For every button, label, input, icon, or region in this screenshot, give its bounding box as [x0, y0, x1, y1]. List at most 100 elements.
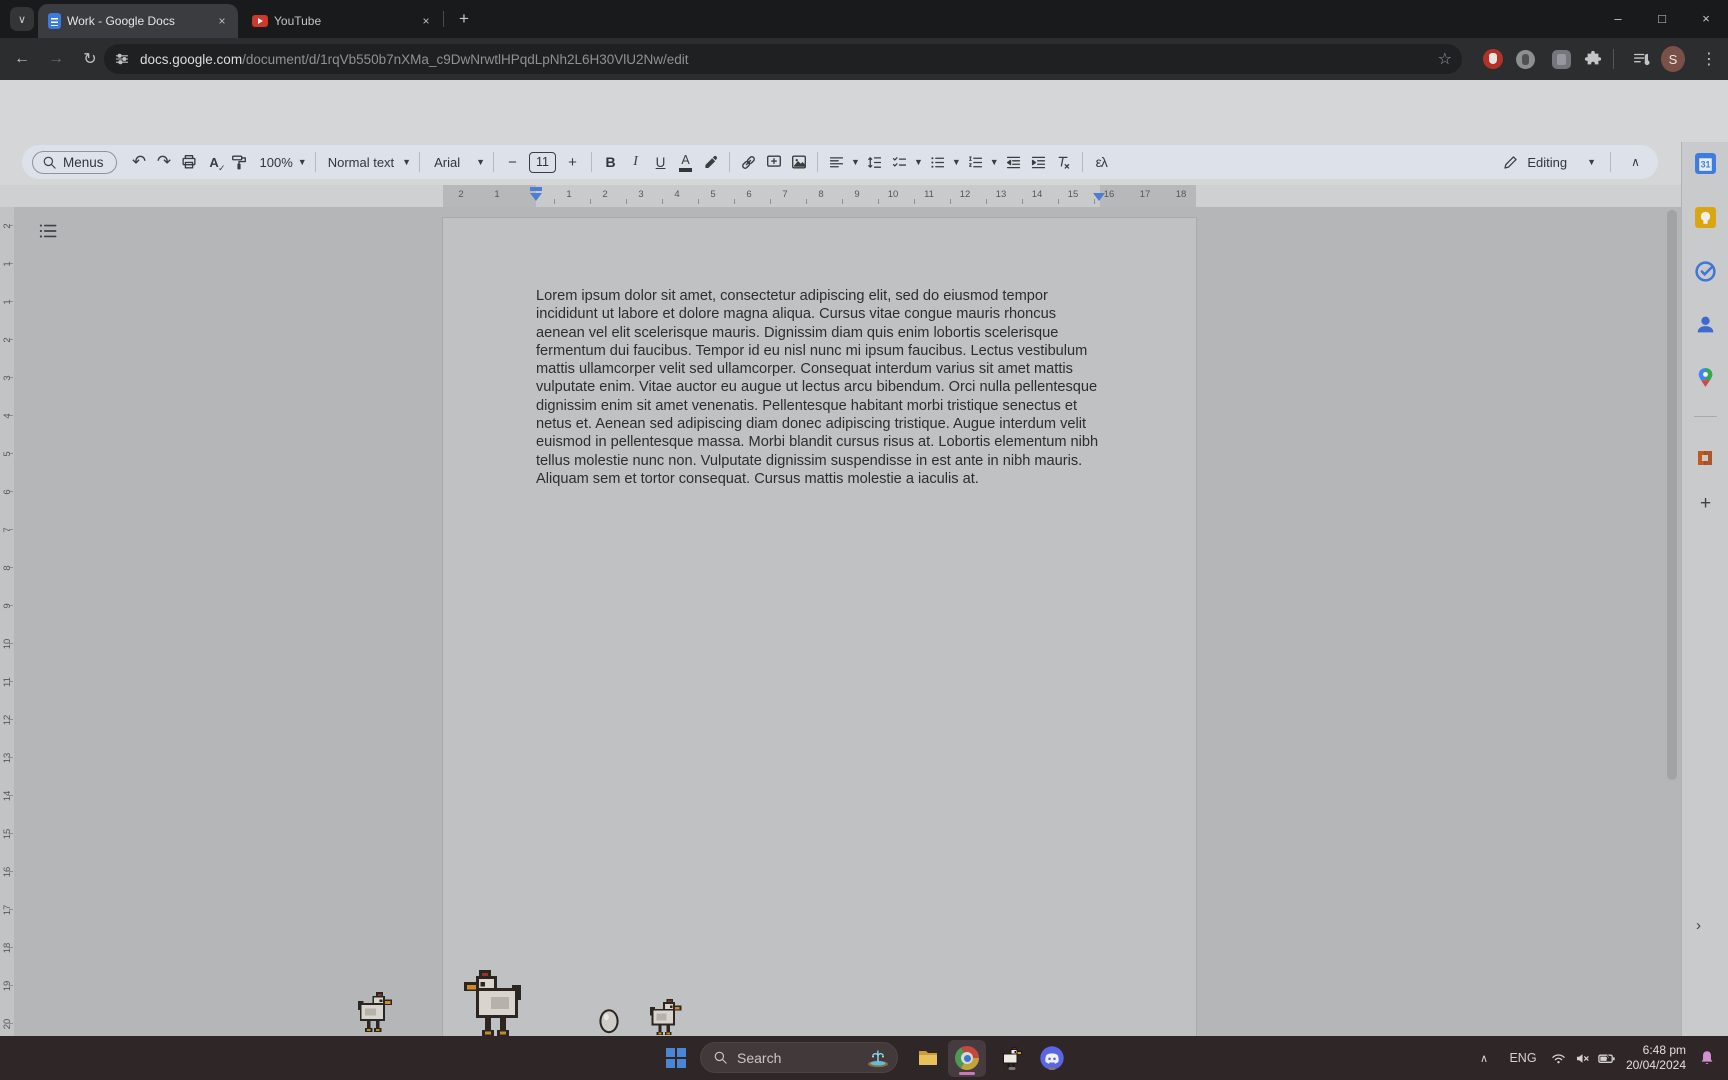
numbered-list-icon[interactable]	[963, 150, 988, 175]
wifi-icon[interactable]	[1547, 1036, 1569, 1080]
spellcheck-icon[interactable]: A ✓	[202, 150, 227, 175]
search-icon	[713, 1050, 728, 1065]
line-spacing-icon[interactable]	[862, 150, 887, 175]
extension-icon[interactable]	[1549, 47, 1573, 71]
underline-icon[interactable]: U	[648, 150, 673, 175]
chicken-app-icon[interactable]	[998, 1044, 1026, 1072]
paragraph-style-value[interactable]: Normal text	[328, 155, 394, 170]
browser-menu-kebab-icon[interactable]: ⋮	[1697, 47, 1721, 71]
zoom-dropdown-icon[interactable]: ▼	[298, 157, 307, 167]
tab-work-google-docs[interactable]: Work - Google Docs ×	[38, 4, 238, 38]
font-value[interactable]: Arial	[434, 155, 460, 170]
forward-icon[interactable]: →	[42, 45, 70, 73]
increase-font-size-icon[interactable]: +	[560, 150, 585, 175]
pixel-chicken-big[interactable]	[455, 970, 527, 1041]
notification-bell-icon[interactable]	[1694, 1036, 1720, 1080]
battery-icon[interactable]	[1594, 1036, 1618, 1080]
insert-image-icon[interactable]	[786, 150, 811, 175]
close-tab-icon[interactable]: ×	[418, 13, 434, 29]
site-settings-icon[interactable]	[114, 51, 130, 67]
get-addons-plus-icon[interactable]: +	[1694, 492, 1717, 515]
document-page[interactable]: Lorem ipsum dolor sit amet, consectetur …	[443, 218, 1196, 1036]
decrease-indent-icon[interactable]	[1001, 150, 1026, 175]
pixel-chicken-small[interactable]	[358, 988, 394, 1041]
font-dropdown-icon[interactable]: ▼	[476, 157, 485, 167]
bold-icon[interactable]: B	[598, 150, 623, 175]
bulleted-list-dropdown-icon[interactable]: ▼	[952, 157, 961, 167]
ruler-number: 7	[767, 185, 803, 205]
checklist-dropdown-icon[interactable]: ▼	[914, 157, 923, 167]
ruler-number: 17	[1127, 185, 1163, 205]
language-indicator[interactable]: ENG	[1505, 1036, 1541, 1080]
decrease-font-size-icon[interactable]: −	[500, 150, 525, 175]
ruler-number: 6	[0, 485, 14, 499]
maps-icon[interactable]	[1694, 366, 1717, 389]
url-bar[interactable]: docs.google.com/document/d/1rqVb550b7nXM…	[104, 44, 1462, 74]
tab-search-button[interactable]: ∨	[10, 7, 34, 31]
window-close-button[interactable]: ×	[1684, 0, 1728, 36]
font-size-field[interactable]: 11	[529, 152, 556, 173]
file-explorer-icon[interactable]	[914, 1044, 942, 1072]
reload-icon[interactable]: ↻	[76, 45, 104, 73]
extensions-puzzle-icon[interactable]	[1581, 47, 1605, 71]
media-control-icon[interactable]	[1629, 47, 1653, 71]
keep-icon[interactable]	[1694, 206, 1717, 229]
zoom-value[interactable]: 100%	[260, 155, 293, 170]
numbered-list-dropdown-icon[interactable]: ▼	[990, 157, 999, 167]
clock[interactable]: 6:48 pm 20/04/2024	[1626, 1043, 1686, 1073]
discord-icon[interactable]	[1038, 1044, 1066, 1072]
document-outline-icon[interactable]	[36, 219, 62, 245]
left-indent-marker[interactable]	[530, 193, 542, 201]
pixel-egg[interactable]	[597, 1005, 621, 1040]
align-dropdown-icon[interactable]: ▼	[851, 157, 860, 167]
browser-profile-avatar[interactable]: S	[1661, 47, 1685, 71]
print-icon[interactable]	[177, 150, 202, 175]
editing-mode-dropdown-icon[interactable]: ▼	[1587, 157, 1596, 167]
clear-formatting-icon[interactable]	[1051, 150, 1076, 175]
new-tab-button[interactable]: +	[452, 7, 476, 31]
start-button[interactable]	[666, 1048, 686, 1068]
first-line-indent-marker[interactable]	[530, 187, 542, 191]
redo-icon[interactable]: ↷	[152, 150, 177, 175]
add-comment-icon[interactable]	[761, 150, 786, 175]
tab-youtube[interactable]: YouTube ×	[242, 4, 442, 38]
bookmark-star-icon[interactable]: ☆	[1438, 49, 1452, 69]
right-indent-marker[interactable]	[1093, 193, 1105, 201]
align-icon[interactable]	[824, 150, 849, 175]
bulleted-list-icon[interactable]	[925, 150, 950, 175]
text-color-icon[interactable]: A	[673, 150, 698, 175]
editing-mode-pencil-icon[interactable]	[1498, 150, 1523, 175]
chrome-taskbar-button[interactable]	[948, 1040, 986, 1077]
calendar-icon[interactable]: 31	[1694, 152, 1717, 175]
paint-format-icon[interactable]	[227, 150, 252, 175]
italic-icon[interactable]: I	[623, 150, 648, 175]
window-minimize-button[interactable]: –	[1596, 0, 1640, 36]
addon-icon[interactable]	[1694, 447, 1717, 470]
contacts-icon[interactable]	[1694, 313, 1717, 336]
editing-mode-label[interactable]: Editing	[1527, 155, 1567, 170]
volume-muted-icon[interactable]	[1571, 1036, 1593, 1080]
collapse-toolbar-icon[interactable]: ∧	[1623, 150, 1648, 175]
equation-addon-icon[interactable]: ελ	[1089, 150, 1114, 175]
back-icon[interactable]: ←	[8, 45, 36, 73]
style-dropdown-icon[interactable]: ▼	[402, 157, 411, 167]
ruler-number: 8	[803, 185, 839, 205]
checklist-icon[interactable]	[887, 150, 912, 175]
close-tab-icon[interactable]: ×	[214, 13, 230, 29]
taskbar-search-box[interactable]: Search	[700, 1042, 898, 1073]
tasks-icon[interactable]	[1694, 260, 1717, 283]
insert-link-icon[interactable]	[736, 150, 761, 175]
chrome-icon	[955, 1046, 979, 1070]
extension-icon[interactable]	[1513, 47, 1537, 71]
search-menus-button[interactable]: Menus	[32, 151, 117, 174]
show-side-panel-icon[interactable]: ›	[1696, 917, 1701, 934]
increase-indent-icon[interactable]	[1026, 150, 1051, 175]
document-scrollbar[interactable]	[1667, 210, 1677, 780]
ruler-number: 15	[0, 827, 14, 841]
undo-icon[interactable]: ↶	[127, 150, 152, 175]
window-maximize-button[interactable]: □	[1640, 0, 1684, 36]
adblock-extension-icon[interactable]	[1481, 47, 1505, 71]
document-text[interactable]: Lorem ipsum dolor sit amet, consectetur …	[536, 287, 1103, 488]
tray-expand-icon[interactable]: ∧	[1472, 1036, 1496, 1080]
highlight-color-icon[interactable]	[698, 150, 723, 175]
